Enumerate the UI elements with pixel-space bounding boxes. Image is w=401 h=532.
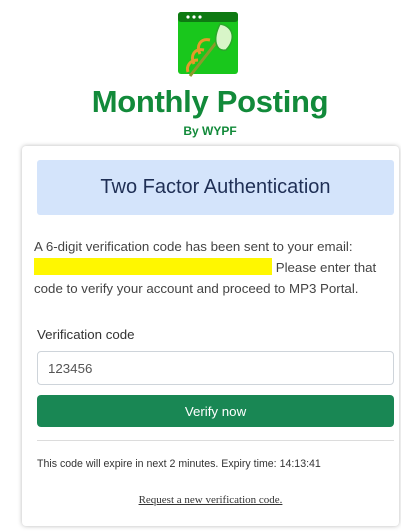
brand-title: Monthly Posting (91, 84, 329, 119)
expiry-notice: This code will expire in next 2 minutes.… (37, 458, 321, 470)
brand-byline: By WYPF (183, 124, 237, 138)
message-line-1: A 6-digit verification code has been sen… (34, 239, 353, 254)
card-header: Two Factor Authentication (37, 160, 394, 215)
browser-leaf-logo-icon (178, 12, 238, 77)
divider (37, 440, 394, 441)
verify-now-button[interactable]: Verify now (37, 395, 394, 427)
message-line-2-text: Please enter that (275, 260, 377, 275)
verification-code-input[interactable]: 123456 (37, 351, 394, 385)
redacted-email (34, 258, 272, 275)
request-new-code-link[interactable]: Request a new verification code. (22, 494, 399, 506)
message-line-3: code to verify your account and proceed … (34, 281, 359, 296)
verification-code-value: 123456 (48, 360, 93, 376)
verification-code-label: Verification code (37, 327, 135, 342)
two-factor-card: Two Factor Authentication A 6-digit veri… (22, 146, 399, 526)
verification-message: A 6-digit verification code has been sen… (34, 236, 401, 299)
message-line-2: Please enter that (34, 257, 401, 278)
